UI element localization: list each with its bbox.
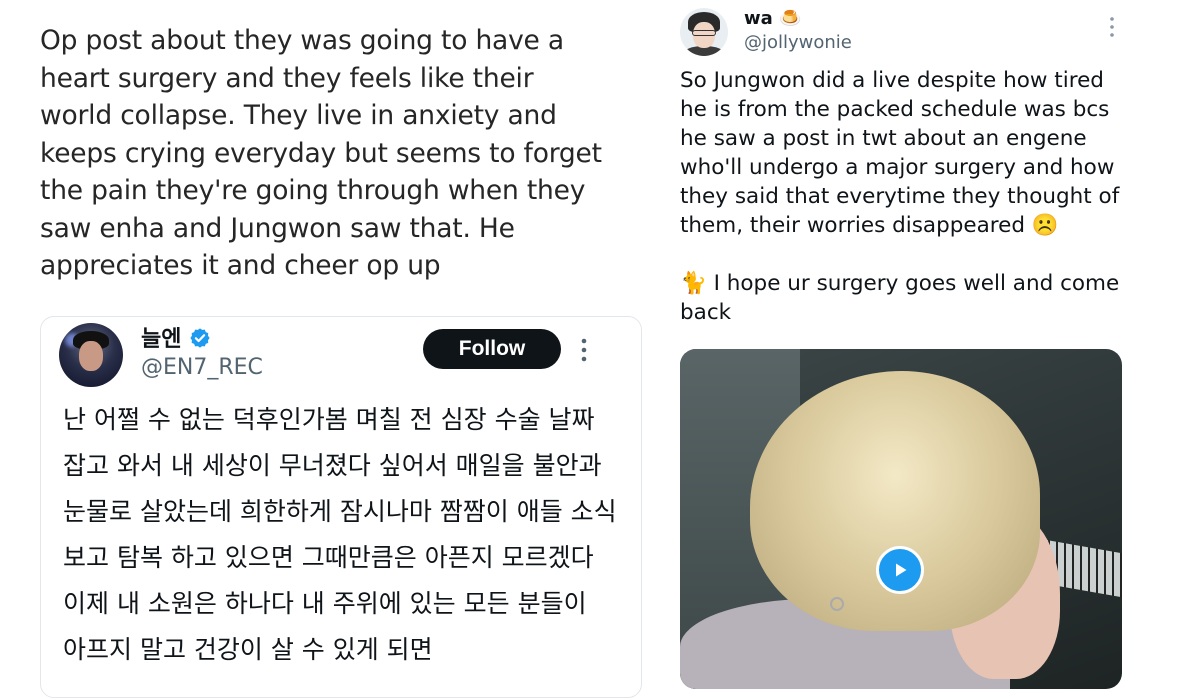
play-button[interactable] [876, 546, 924, 594]
play-icon [896, 563, 907, 577]
avatar[interactable] [680, 8, 728, 56]
tweet-card: wa 🍮 @jollywonie So Jungwon did a live d… [660, 0, 1200, 689]
user-handle[interactable]: @EN7_REC [141, 355, 263, 380]
display-name[interactable]: wa 🍮 [744, 8, 801, 29]
video-thumbnail[interactable] [680, 349, 1122, 689]
display-name[interactable]: 늘엔 [141, 321, 181, 353]
tweet-text: 난 어쩔 수 없는 덕후인가봄 며칠 전 심장 수술 날짜 잡고 와서 내 세상… [63, 405, 617, 664]
caption-text: Op post about they was going to have a h… [40, 25, 602, 281]
tweet-paragraph: 🐈 I hope ur surgery goes well and come b… [680, 271, 1120, 325]
tweet-text: So Jungwon did a live despite how tired … [680, 66, 1120, 327]
verified-badge-icon [190, 328, 210, 348]
more-options-icon[interactable] [577, 337, 591, 363]
embedded-tweet-card[interactable]: 늘엔 @EN7_REC Follow 난 어쩔 수 없는 덕후인가봄 며칠 전 … [40, 316, 642, 698]
follow-button[interactable]: Follow [423, 329, 561, 369]
more-options-icon[interactable] [1106, 16, 1118, 38]
avatar[interactable] [59, 323, 123, 387]
user-handle[interactable]: @jollywonie [744, 32, 852, 53]
tweet-paragraph: So Jungwon did a live despite how tired … [680, 68, 1120, 238]
